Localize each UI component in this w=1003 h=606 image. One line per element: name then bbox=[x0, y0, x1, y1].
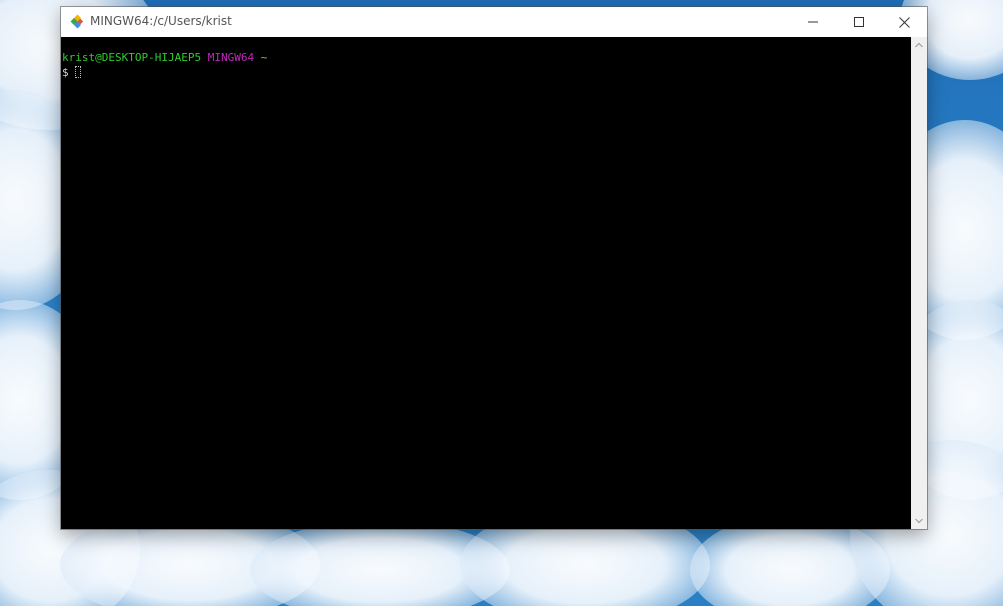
prompt-user-host: krist@DESKTOP-HIJAEP5 bbox=[62, 51, 202, 64]
chevron-up-icon bbox=[915, 42, 923, 48]
wallpaper-cloud bbox=[250, 520, 510, 606]
prompt-system: MINGW64 bbox=[207, 51, 255, 64]
desktop-background: MINGW64:/c/Users/krist krist@DESKTOP-HIJ… bbox=[0, 0, 1003, 606]
text-cursor bbox=[74, 66, 81, 78]
close-button[interactable] bbox=[881, 7, 927, 37]
chevron-down-icon bbox=[915, 518, 923, 524]
terminal-window: MINGW64:/c/Users/krist krist@DESKTOP-HIJ… bbox=[61, 7, 927, 529]
prompt-line: krist@DESKTOP-HIJAEP5 MINGW64 ~ bbox=[62, 51, 267, 65]
maximize-icon bbox=[854, 17, 864, 27]
minimize-button[interactable] bbox=[790, 7, 836, 37]
minimize-icon bbox=[808, 21, 818, 23]
title-bar[interactable]: MINGW64:/c/Users/krist bbox=[61, 7, 927, 37]
scroll-down-button[interactable] bbox=[911, 513, 927, 529]
window-title: MINGW64:/c/Users/krist bbox=[90, 14, 232, 28]
command-line[interactable]: $ bbox=[62, 66, 81, 80]
prompt-path: ~ bbox=[260, 51, 268, 64]
prompt-symbol: $ bbox=[62, 66, 69, 79]
terminal-area[interactable]: krist@DESKTOP-HIJAEP5 MINGW64 ~ $ bbox=[61, 37, 911, 529]
vertical-scrollbar[interactable] bbox=[911, 37, 927, 529]
close-icon bbox=[898, 16, 910, 28]
maximize-button[interactable] bbox=[836, 7, 882, 37]
scroll-up-button[interactable] bbox=[911, 37, 927, 53]
git-icon[interactable] bbox=[69, 13, 86, 30]
